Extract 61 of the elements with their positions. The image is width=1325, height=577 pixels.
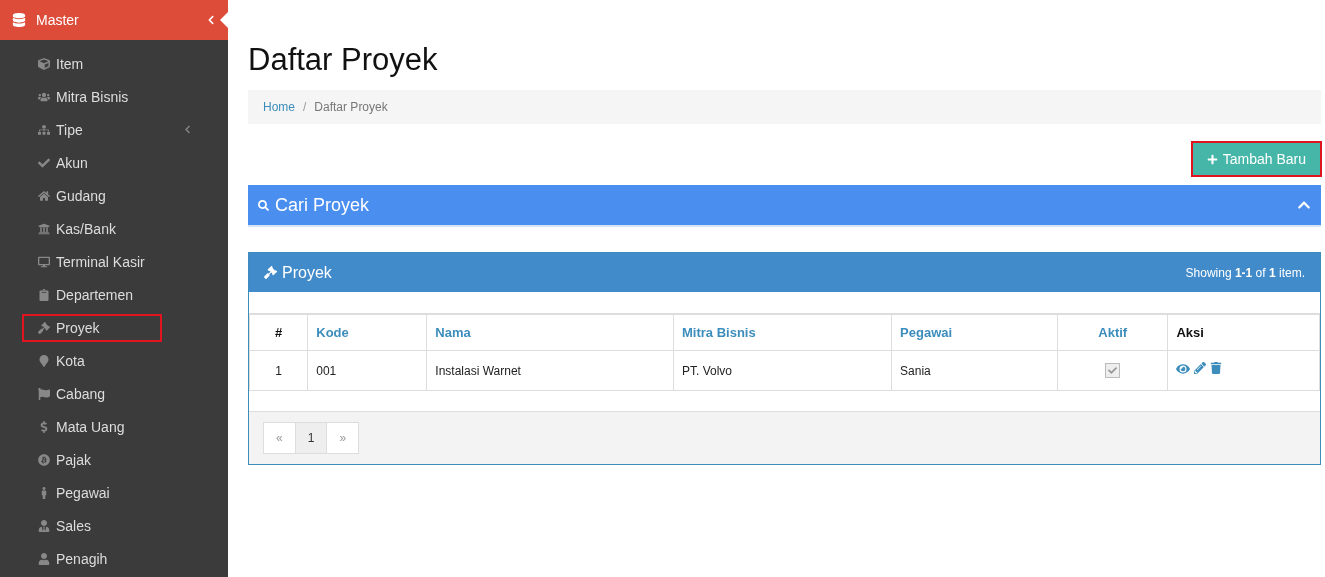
trash-icon[interactable] bbox=[1210, 362, 1223, 376]
sidebar-item[interactable]: Sales bbox=[22, 511, 162, 540]
sidebar-item[interactable]: Cabang bbox=[22, 379, 162, 408]
table-cell: 001 bbox=[307, 350, 427, 391]
panel-title: Proyek bbox=[282, 263, 333, 282]
database-icon bbox=[12, 13, 26, 27]
panel-title: Cari Proyek bbox=[275, 194, 371, 216]
view-icon[interactable] bbox=[1176, 362, 1191, 376]
menu-label: Master bbox=[36, 12, 80, 28]
column-header[interactable]: Kode bbox=[307, 314, 427, 351]
table-cell: 1 bbox=[249, 350, 308, 391]
bitcoin-icon bbox=[38, 453, 50, 466]
sitemap-icon bbox=[38, 123, 50, 136]
gavel-icon bbox=[38, 321, 50, 334]
gavel-icon bbox=[264, 266, 277, 279]
sidebar-item[interactable]: Mitra Bisnis bbox=[22, 82, 162, 111]
search-icon bbox=[258, 199, 269, 211]
table-cell: Sania bbox=[891, 350, 1058, 391]
sidebar-item[interactable]: Item bbox=[22, 49, 162, 78]
sidebar-item[interactable]: Pegawai bbox=[22, 478, 162, 507]
column-header: # bbox=[249, 314, 308, 351]
sidebar-item[interactable]: Akun bbox=[22, 148, 162, 177]
column-header[interactable]: Nama bbox=[426, 314, 674, 351]
monitor-icon bbox=[38, 255, 50, 268]
column-header[interactable]: Pegawai bbox=[891, 314, 1058, 351]
sidebar-item[interactable]: Kas/Bank bbox=[22, 214, 162, 243]
person-icon bbox=[38, 552, 50, 565]
sidebar-item[interactable]: Terminal Kasir bbox=[22, 247, 162, 276]
sidebar-item[interactable]: Mata Uang bbox=[22, 412, 162, 441]
table-cell: PT. Volvo bbox=[673, 350, 892, 391]
chevron-icon bbox=[206, 15, 216, 25]
house-icon bbox=[38, 189, 50, 202]
sidebar-item[interactable]: Penagih bbox=[22, 544, 162, 573]
breadcrumb-current: Daftar Proyek bbox=[314, 100, 388, 114]
flag-icon bbox=[38, 387, 50, 400]
breadcrumb-separator: / bbox=[303, 100, 307, 114]
sidebar-item[interactable]: Kota bbox=[22, 346, 162, 375]
page-title: Daftar Proyek bbox=[248, 42, 439, 78]
sidebar-item[interactable]: Pajak bbox=[22, 445, 162, 474]
sidebar-item[interactable]: Gudang bbox=[22, 181, 162, 210]
sidebar-header[interactable]: Master bbox=[0, 0, 228, 40]
column-header[interactable]: Aktif bbox=[1057, 314, 1168, 351]
sidebar-item[interactable]: Tipe bbox=[22, 115, 208, 144]
map-pin-icon bbox=[38, 354, 50, 367]
table-cell: Instalasi Warnet bbox=[426, 350, 674, 391]
clipboard-icon bbox=[38, 288, 50, 301]
result-summary: Showing 1-1 of 1 item. bbox=[1185, 265, 1305, 280]
pointer-notch bbox=[220, 12, 228, 28]
column-header[interactable]: Mitra Bisnis bbox=[673, 314, 892, 351]
person-icon bbox=[38, 519, 50, 532]
cube-icon bbox=[38, 57, 50, 70]
column-header: Aksi bbox=[1167, 314, 1320, 351]
dollar-icon bbox=[38, 420, 50, 433]
pencil-icon[interactable] bbox=[1194, 362, 1207, 376]
sidebar-item[interactable]: Proyek bbox=[22, 313, 162, 342]
plus-icon bbox=[1206, 153, 1218, 165]
bank-icon bbox=[38, 222, 50, 235]
check-icon bbox=[38, 156, 50, 169]
sidebar-item[interactable]: Departemen bbox=[22, 280, 162, 309]
chevron-icon bbox=[183, 125, 192, 134]
users-icon bbox=[38, 90, 50, 103]
